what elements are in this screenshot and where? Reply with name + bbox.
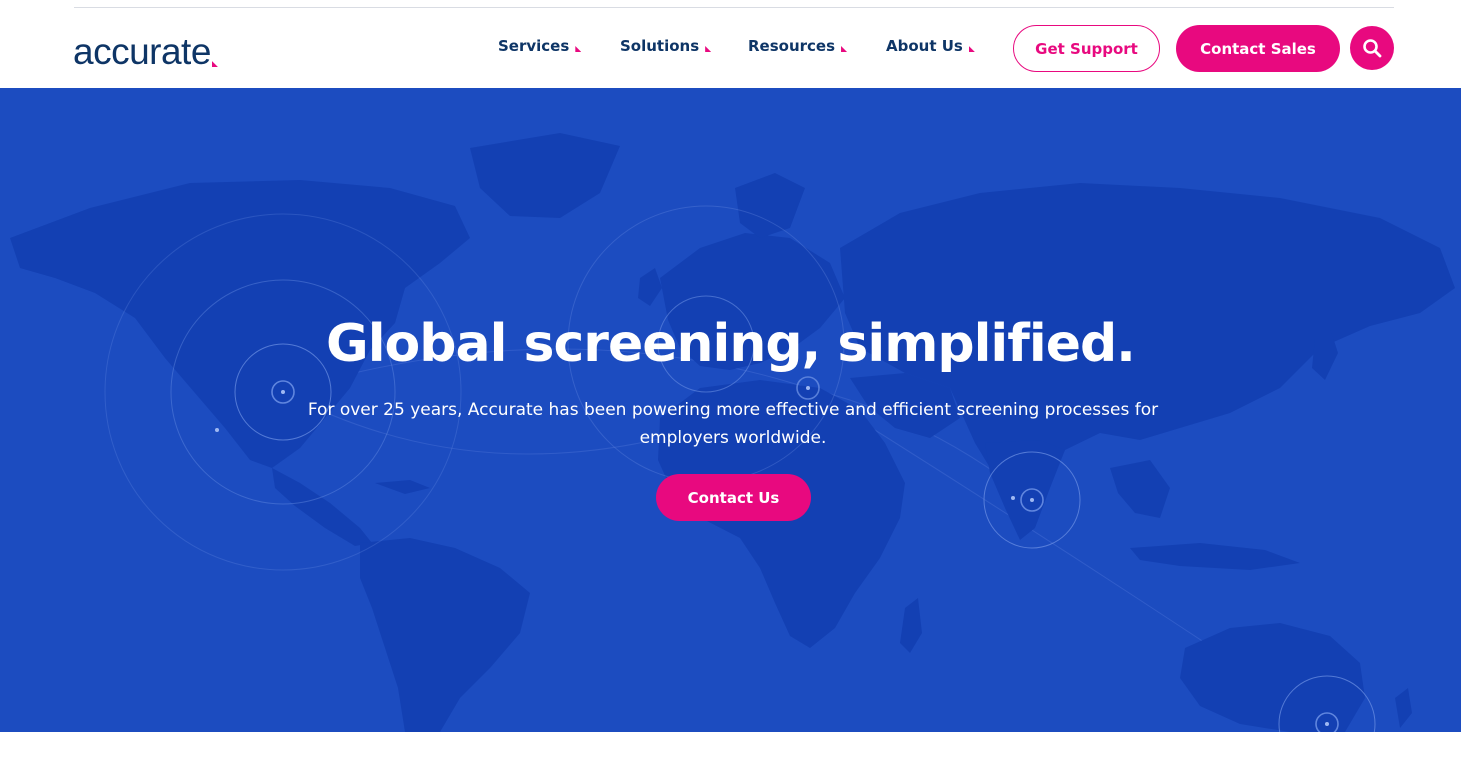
- dropdown-caret-icon: [968, 46, 975, 52]
- header-divider: [74, 7, 1394, 8]
- hero-section: Global screening, simplified. For over 2…: [0, 88, 1461, 732]
- hero-subtitle: For over 25 years, Accurate has been pow…: [307, 400, 1159, 448]
- dropdown-caret-icon: [841, 46, 848, 52]
- logo-text: accurate: [73, 31, 211, 72]
- dropdown-caret-icon: [575, 46, 582, 52]
- search-button[interactable]: [1350, 26, 1394, 70]
- nav-item-services[interactable]: Services: [498, 37, 582, 55]
- search-icon: [1363, 39, 1382, 58]
- contact-us-button[interactable]: Contact Us: [656, 474, 811, 521]
- dropdown-caret-icon: [705, 46, 712, 52]
- nav-item-solutions[interactable]: Solutions: [620, 37, 712, 55]
- nav-label: Solutions: [620, 37, 700, 55]
- site-header: accurate Services Solutions Resources Ab…: [0, 0, 1461, 88]
- nav-label: Services: [498, 37, 570, 55]
- nav-label: Resources: [748, 37, 836, 55]
- hero-title: Global screening, simplified.: [326, 314, 1136, 374]
- get-support-button[interactable]: Get Support: [1013, 25, 1160, 72]
- contact-sales-button[interactable]: Contact Sales: [1176, 25, 1340, 72]
- accurate-logo[interactable]: accurate: [73, 26, 218, 70]
- nav-label: About Us: [886, 37, 963, 55]
- nav-item-about-us[interactable]: About Us: [886, 37, 975, 55]
- logo-accent-mark: [211, 61, 218, 67]
- nav-item-resources[interactable]: Resources: [748, 37, 848, 55]
